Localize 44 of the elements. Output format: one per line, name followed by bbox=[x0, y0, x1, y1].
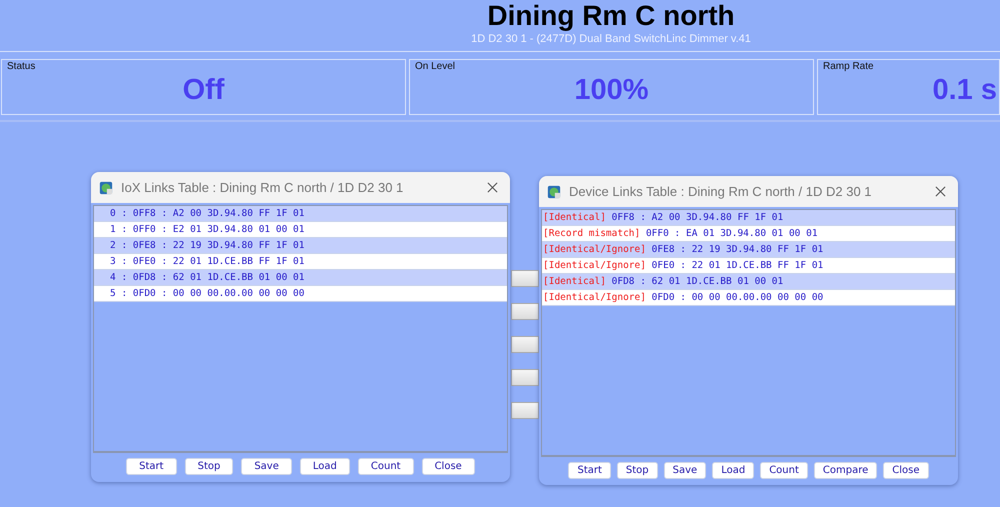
panel-value: 0.1 s bbox=[932, 73, 998, 107]
link-row[interactable]: [Identical] 0FD8 : 62 01 1D.CE.BB 01 00 01 bbox=[542, 274, 955, 290]
toolbar-button[interactable]: Save bbox=[241, 458, 292, 475]
device-title: Dining Rm C north bbox=[487, 0, 735, 32]
window-title: IoX Links Table : Dining Rm C north / 1D D2 30 1 bbox=[121, 180, 404, 195]
toolbar-button[interactable]: Count bbox=[760, 462, 808, 479]
device-subtitle: 1D D2 30 1 - (2477D) Dual Band SwitchLinc Dimmer v.41 bbox=[471, 32, 751, 46]
hidden-button[interactable] bbox=[511, 369, 539, 386]
toolbar-button[interactable]: Load bbox=[300, 458, 350, 475]
link-row[interactable]: [Record mismatch] 0FF0 : EA 01 3D.94.80 01 00 01 bbox=[542, 226, 955, 242]
link-row[interactable]: [Identical] 0FF8 : A2 00 3D.94.80 FF 1F 01 bbox=[542, 210, 955, 226]
panel-label: Ramp Rate bbox=[822, 60, 875, 73]
link-row[interactable]: 5 : 0FD0 : 00 00 00.00.00 00 00 00 bbox=[94, 286, 507, 302]
hidden-button[interactable] bbox=[511, 402, 539, 419]
link-row[interactable]: 0 : 0FF8 : A2 00 3D.94.80 FF 1F 01 bbox=[94, 206, 507, 222]
link-row[interactable]: [Identical/Ignore] 0FE0 : 22 01 1D.CE.BB FF 1F 01 bbox=[542, 258, 955, 274]
hidden-button[interactable] bbox=[511, 336, 539, 353]
link-row[interactable]: [Identical/Ignore] 0FD0 : 00 00 00.00.00 00 00 00 bbox=[542, 290, 955, 306]
toolbar-button[interactable]: Load bbox=[712, 462, 754, 479]
panel-label: On Level bbox=[414, 60, 456, 73]
toolbar-button[interactable]: Count bbox=[358, 458, 414, 475]
window-title: Device Links Table : Dining Rm C north / 1D D2 30 1 bbox=[569, 184, 873, 199]
toolbar-button[interactable]: Close bbox=[422, 458, 475, 475]
toolbar-button[interactable]: Start bbox=[126, 458, 177, 475]
panel-value: 100% bbox=[573, 73, 650, 107]
link-row[interactable]: 1 : 0FF0 : E2 01 3D.94.80 01 00 01 bbox=[94, 222, 507, 238]
link-row[interactable]: 2 : 0FE8 : 22 19 3D.94.80 FF 1F 01 bbox=[94, 238, 507, 254]
toolbar-button[interactable]: Save bbox=[664, 462, 706, 479]
link-row[interactable]: [Identical/Ignore] 0FE8 : 22 19 3D.94.80 FF 1F 01 bbox=[542, 242, 955, 258]
toolbar-button[interactable]: Close bbox=[883, 462, 929, 479]
panel-label: Status bbox=[6, 60, 36, 73]
hidden-button[interactable] bbox=[511, 303, 539, 320]
toolbar-button[interactable]: Compare bbox=[814, 462, 878, 479]
link-row[interactable]: 3 : 0FE0 : 22 01 1D.CE.BB FF 1F 01 bbox=[94, 254, 507, 270]
toolbar-button[interactable]: Start bbox=[568, 462, 611, 479]
close-icon[interactable] bbox=[935, 186, 946, 197]
toolbar-button[interactable]: Stop bbox=[616, 462, 658, 479]
panel-value: Off bbox=[182, 73, 226, 107]
toolbar-button[interactable]: Stop bbox=[184, 458, 234, 475]
hidden-button[interactable] bbox=[511, 270, 539, 287]
globe-icon bbox=[547, 184, 561, 198]
globe-icon bbox=[99, 180, 113, 194]
link-row[interactable]: 4 : 0FD8 : 62 01 1D.CE.BB 01 00 01 bbox=[94, 270, 507, 286]
close-icon[interactable] bbox=[487, 182, 498, 193]
